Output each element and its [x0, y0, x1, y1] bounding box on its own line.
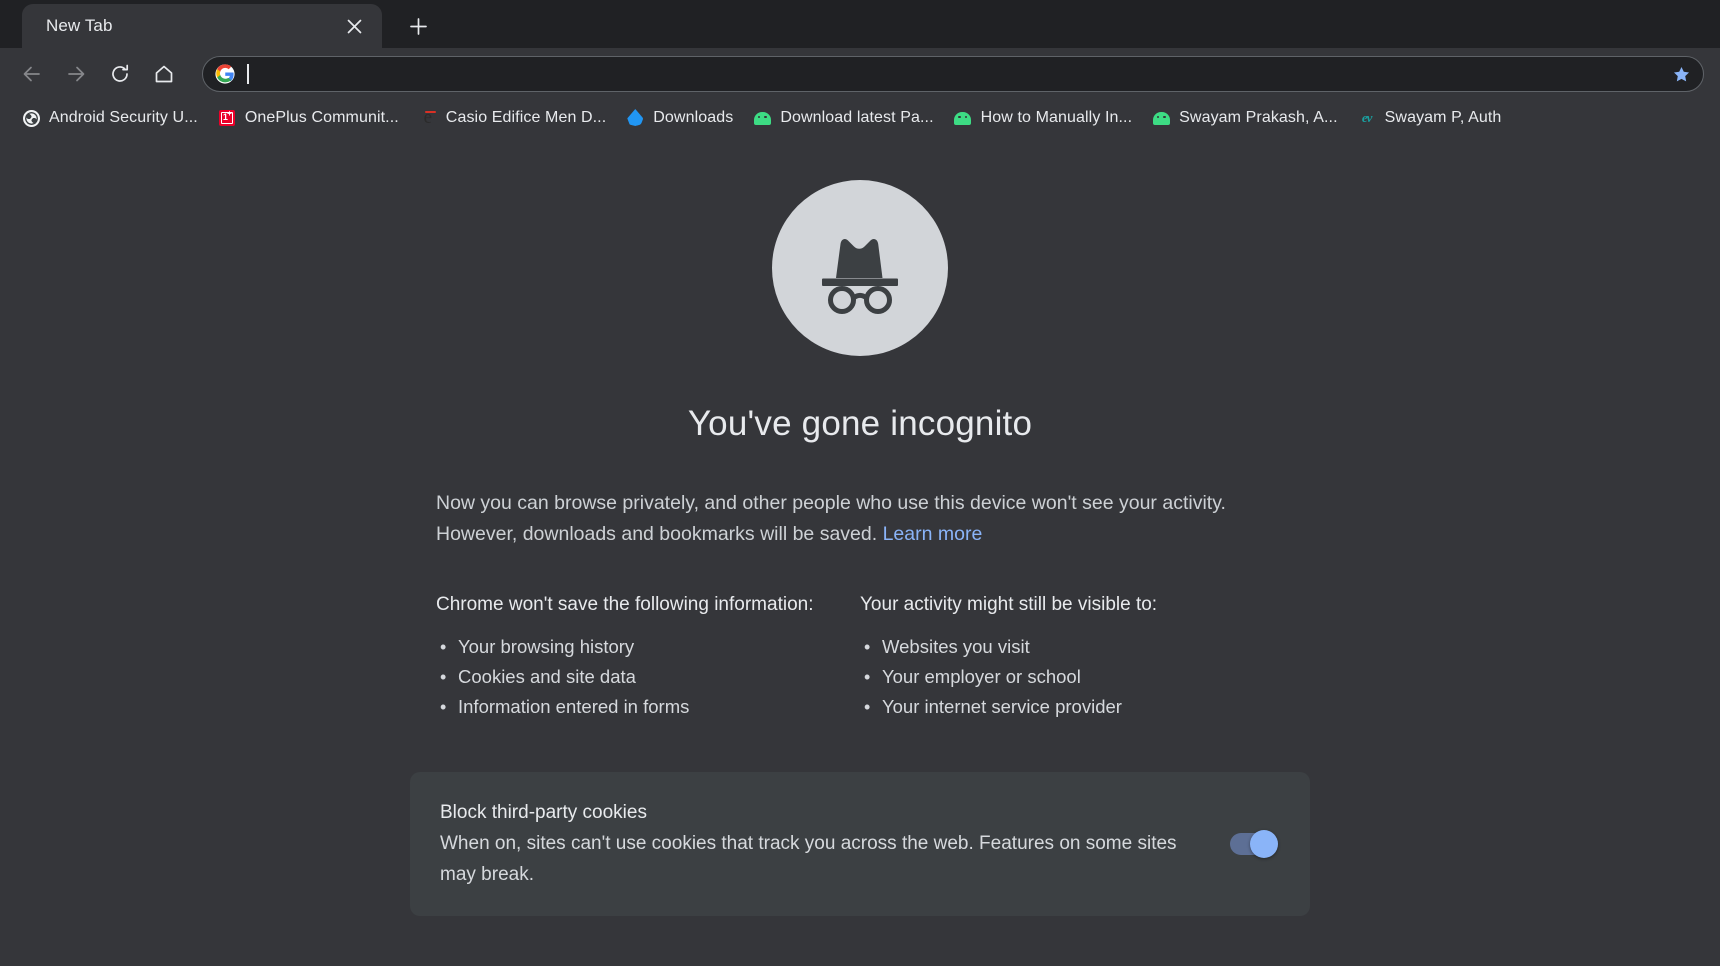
column-wont-save: Chrome won't save the following informat… — [436, 592, 860, 722]
home-button[interactable] — [144, 54, 184, 94]
forward-button[interactable] — [56, 54, 96, 94]
list-item: Your browsing history — [440, 632, 860, 662]
bookmark-label: Swayam P, Auth — [1384, 109, 1502, 126]
still-visible-heading: Your activity might still be visible to: — [860, 594, 1158, 615]
oneplus-favicon-icon — [218, 109, 236, 127]
globe-favicon-icon — [22, 109, 40, 127]
bookmark-item[interactable]: Android Security U... — [12, 104, 208, 132]
block-cookies-toggle[interactable] — [1230, 830, 1278, 858]
bookmark-label: Swayam Prakash, A... — [1179, 109, 1338, 126]
bookmark-label: Downloads — [653, 109, 734, 126]
list-item: Your internet service provider — [864, 692, 1284, 722]
ev-monogram-favicon-icon: ev — [1361, 110, 1373, 125]
list-item: Information entered in forms — [440, 692, 860, 722]
bookmark-label: How to Manually In... — [980, 109, 1133, 126]
android-favicon-icon — [753, 109, 771, 127]
android-favicon-icon — [1152, 109, 1170, 127]
toggle-knob — [1250, 830, 1278, 858]
still-visible-list: Websites you visit Your employer or scho… — [860, 632, 1284, 722]
bookmark-label: Android Security U... — [49, 109, 198, 126]
learn-more-link[interactable]: Learn more — [883, 523, 983, 545]
bookmark-item[interactable]: ev Swayam P, Auth — [1348, 104, 1512, 132]
star-icon[interactable] — [1667, 60, 1695, 88]
reload-icon — [112, 64, 129, 82]
bookmarks-bar: Android Security U... OnePlus Communit..… — [0, 100, 1720, 136]
bookmark-label: OnePlus Communit... — [244, 109, 399, 126]
tab-strip: New Tab — [0, 0, 1720, 48]
bookmark-item[interactable]: Download latest Pa... — [743, 104, 943, 132]
incognito-new-tab-page: You've gone incognito Now you can browse… — [0, 136, 1720, 966]
home-icon — [155, 65, 173, 83]
intro-paragraph: Now you can browse privately, and other … — [436, 488, 1284, 550]
bookmark-item[interactable]: How to Manually In... — [944, 104, 1143, 132]
cookie-card-title: Block third-party cookies — [440, 802, 647, 823]
tab-title: New Tab — [46, 16, 113, 35]
bookmark-label: Download latest Pa... — [780, 109, 934, 126]
reload-button[interactable] — [100, 54, 140, 94]
arrow-left-icon — [23, 66, 40, 82]
intro-line-2: However, downloads and bookmarks will be… — [436, 523, 878, 545]
wont-save-heading: Chrome won't save the following informat… — [436, 594, 814, 615]
bookmark-item[interactable]: Downloads — [616, 104, 743, 132]
info-columns: Chrome won't save the following informat… — [436, 592, 1284, 722]
new-tab-button[interactable] — [396, 4, 440, 48]
blue-droplet-favicon-icon — [626, 109, 644, 127]
edge-e-favicon-icon: e — [423, 107, 437, 128]
list-item: Your employer or school — [864, 662, 1284, 692]
plus-icon — [409, 17, 427, 35]
tab-new-tab[interactable]: New Tab — [22, 4, 382, 48]
omnibox[interactable] — [202, 56, 1704, 92]
cookie-card-text: Block third-party cookies When on, sites… — [440, 798, 1206, 890]
list-item: Cookies and site data — [440, 662, 860, 692]
back-button[interactable] — [12, 54, 52, 94]
browser-toolbar — [0, 48, 1720, 100]
google-g-icon — [215, 64, 235, 84]
intro-line-1: Now you can browse privately, and other … — [436, 492, 1226, 514]
bookmark-item[interactable]: Swayam Prakash, A... — [1142, 104, 1348, 132]
list-item: Websites you visit — [864, 632, 1284, 662]
wont-save-list: Your browsing history Cookies and site d… — [436, 632, 860, 722]
android-favicon-icon — [954, 109, 972, 127]
omnibox-text-area[interactable] — [235, 57, 1667, 91]
bookmark-item[interactable]: e Casio Edifice Men D... — [409, 104, 616, 132]
close-icon[interactable] — [340, 12, 368, 40]
bookmark-item[interactable]: OnePlus Communit... — [208, 104, 409, 132]
bookmark-label: Casio Edifice Men D... — [445, 109, 607, 126]
incognito-hat-glasses-icon — [772, 180, 948, 356]
block-third-party-cookies-card: Block third-party cookies When on, sites… — [410, 772, 1310, 916]
text-caret — [247, 64, 249, 84]
arrow-right-icon — [68, 66, 85, 82]
cookie-card-description: When on, sites can't use cookies that tr… — [440, 833, 1177, 885]
column-still-visible: Your activity might still be visible to:… — [860, 592, 1284, 722]
page-title: You've gone incognito — [687, 404, 1033, 443]
